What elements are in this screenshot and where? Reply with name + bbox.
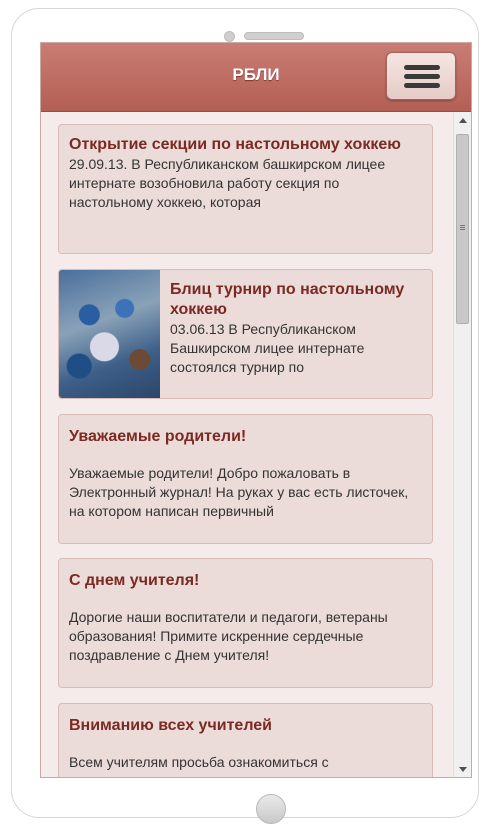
grip-icon	[460, 225, 465, 226]
news-card[interactable]: Блиц турнир по настольному хоккею 03.06.…	[58, 269, 433, 399]
speaker-grille	[244, 32, 304, 40]
home-button[interactable]	[256, 794, 286, 824]
news-list: Открытие секции по настольному хоккею 29…	[41, 112, 453, 777]
scrollbar-thumb[interactable]	[456, 134, 469, 324]
news-text: Уважаемые родители! Добро пожаловать в Э…	[69, 465, 409, 519]
camera-icon	[224, 31, 235, 42]
scroll-down-arrow-icon[interactable]	[459, 767, 467, 772]
app-screen: РБЛИ Открытие секции по настольному хокк…	[40, 42, 472, 778]
news-title: Вниманию всех учителей	[69, 717, 272, 734]
vertical-scrollbar[interactable]	[453, 112, 471, 777]
news-title: С днем учителя!	[69, 572, 200, 589]
news-text: 29.09.13. В Республиканском башкирском л…	[69, 156, 386, 210]
menu-button[interactable]	[386, 52, 456, 100]
news-thumbnail-image	[59, 270, 160, 398]
news-card[interactable]: Открытие секции по настольному хоккею 29…	[58, 124, 433, 254]
news-card[interactable]: С днем учителя! Дорогие наши воспитатели…	[58, 558, 433, 688]
news-text: 03.06.13 В Республиканском Башкирском ли…	[170, 321, 365, 375]
news-text: Всем учителям просьба ознакомиться с	[69, 754, 329, 770]
news-card[interactable]: Уважаемые родители! Уважаемые родители! …	[58, 414, 433, 544]
news-title: Блиц турнир по настольному хоккею	[170, 281, 405, 318]
news-title: Уважаемые родители!	[69, 428, 247, 445]
news-card[interactable]: Вниманию всех учителей Всем учителям про…	[58, 703, 433, 777]
news-title: Открытие секции по настольному хоккею	[69, 136, 401, 153]
app-header: РБЛИ	[41, 43, 471, 112]
news-text: Дорогие наши воспитатели и педагоги, вет…	[69, 609, 388, 663]
scroll-up-arrow-icon[interactable]	[459, 118, 467, 123]
